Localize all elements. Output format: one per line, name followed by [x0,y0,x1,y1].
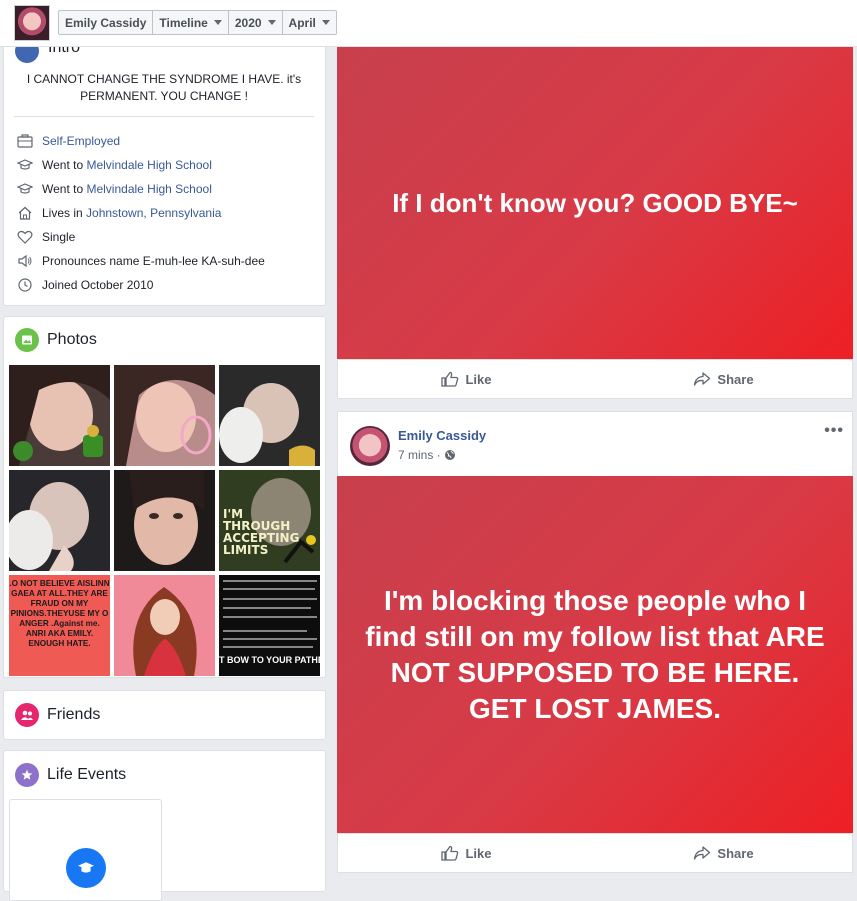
photos-title[interactable]: Photos [47,331,97,349]
school-link-2[interactable]: Melvindale High School [86,182,211,196]
intro-joined: Joined October 2010 [16,276,153,294]
post-image[interactable]: I'm blocking those people who I find sti… [337,476,853,833]
life-events-title[interactable]: Life Events [47,766,126,784]
photo-thumbnail[interactable] [219,365,320,466]
post-author[interactable]: Emily Cassidy [398,428,486,443]
briefcase-icon [16,133,34,149]
intro-card: Intro I CANNOT CHANGE THE SYNDROME I HAV… [3,30,326,306]
location-link[interactable]: Johnstown, Pennsylvania [86,206,221,220]
chevron-down-icon [267,20,276,25]
post-image[interactable]: If I don't know you? GOOD BYE~ [337,46,853,360]
intro-work: Self-Employed [16,132,120,150]
home-icon [16,205,34,221]
photo-caption: T BOW TO YOUR PATHET [219,655,320,665]
graduation-cap-icon [16,181,34,197]
chevron-down-icon [213,20,222,25]
post-text: If I don't know you? GOOD BYE~ [392,188,798,218]
star-icon [15,763,39,787]
photo-thumbnail[interactable]: I'M THROUGH ACCEPTING LIMITS [219,470,320,571]
profile-avatar[interactable] [14,5,50,41]
speaker-icon [16,253,34,269]
work-link[interactable]: Self-Employed [42,134,120,148]
share-button[interactable]: Share [595,845,852,861]
life-event-item[interactable] [9,799,162,901]
photo-thumbnail[interactable]: .O NOT BELIEVE AISLINN GAEA AT ALL.THEY … [9,575,110,676]
clock-icon [16,277,34,293]
intro-relationship: Single [16,228,75,246]
like-button[interactable]: Like [338,371,595,387]
sticky-header: Emily Cassidy Timeline 2020 April [0,0,857,47]
intro-lives: Lives in Johnstown, Pennsylvania [16,204,221,222]
intro-pronounce: Pronounces name E-muh-lee KA-suh-dee [16,252,265,270]
photo-thumbnail[interactable]: T BOW TO YOUR PATHET [219,575,320,676]
graduation-cap-icon [66,848,106,888]
post-actions: Like Share [337,359,853,399]
photo-thumbnail[interactable] [9,470,110,571]
photos-card: Photos I'M THROUGH ACCEPTING LIMITS .O N… [3,316,326,678]
photo-icon [15,328,39,352]
like-button[interactable]: Like [338,845,595,861]
post-actions: Like Share [337,833,853,873]
life-events-card: Life Events [3,750,326,901]
share-icon [694,846,711,860]
photo-thumbnail[interactable] [114,470,215,571]
post-text: I'm blocking those people who I find sti… [365,584,825,724]
thumbs-up-icon [441,845,459,861]
friends-icon [15,703,39,727]
heart-icon [16,229,34,245]
bio-text: I CANNOT CHANGE THE SYNDROME I HAVE. it'… [26,72,302,103]
photo-thumbnail[interactable] [114,365,215,466]
post-timestamp[interactable]: 7 mins · [398,448,456,462]
graduation-cap-icon [16,157,34,173]
school-link-1[interactable]: Melvindale High School [86,158,211,172]
divider [14,116,314,117]
more-options-icon[interactable]: ••• [824,422,844,440]
friends-card: Friends [3,690,326,740]
globe-icon [444,450,455,460]
year-dropdown[interactable]: 2020 [229,11,283,34]
chevron-down-icon [321,20,330,25]
share-button[interactable]: Share [595,371,852,387]
month-dropdown[interactable]: April [283,11,336,34]
photo-thumbnail[interactable] [9,365,110,466]
timeline-dropdown[interactable]: Timeline [153,11,229,34]
avatar[interactable] [350,426,390,466]
post-header: Emily Cassidy 7 mins · ••• [337,411,853,477]
photo-thumbnail[interactable] [114,575,215,676]
breadcrumb-name[interactable]: Emily Cassidy [59,11,154,34]
breadcrumb: Emily Cassidy Timeline 2020 April [58,10,337,35]
photo-caption: I'M THROUGH ACCEPTING LIMITS [223,507,300,557]
friends-title[interactable]: Friends [47,706,100,724]
share-icon [694,372,711,386]
thumbs-up-icon [441,371,459,387]
intro-school-1: Went to Melvindale High School [16,156,212,174]
intro-school-2: Went to Melvindale High School [16,180,212,198]
